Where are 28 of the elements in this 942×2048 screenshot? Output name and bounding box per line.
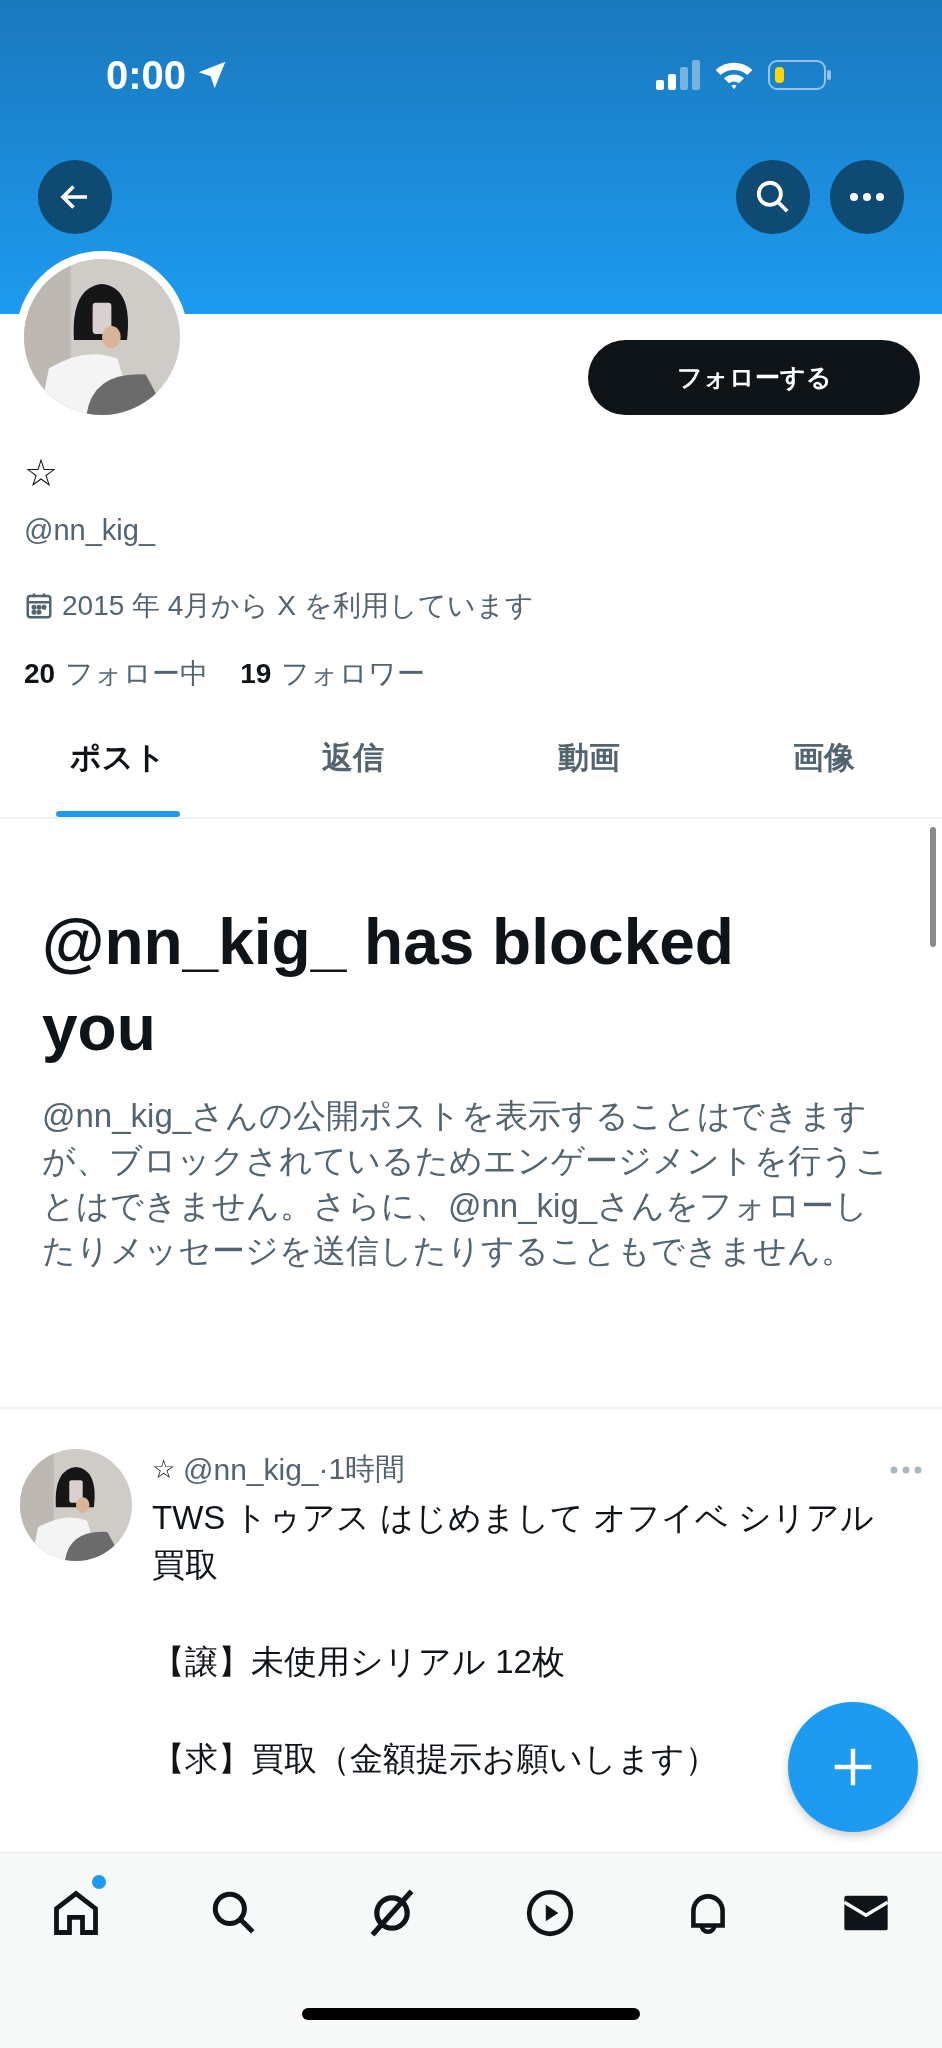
signal-icon [656, 60, 700, 90]
join-date: 2015 年 4月から X を利用しています [62, 589, 534, 623]
post-text: TWS トゥアス はじめまして オフイベ シリアル買取 [152, 1498, 875, 1585]
profile-tab[interactable]: 画像 [706, 721, 942, 817]
profile-handle: @nn_kig_ [24, 514, 157, 547]
followers-count[interactable]: 19 [240, 658, 272, 690]
profile-tab[interactable]: 動画 [471, 721, 707, 817]
post-author-name: ☆ [152, 1454, 175, 1485]
status-time: 0:00 [106, 52, 187, 98]
more-icon [849, 192, 885, 202]
follow-button[interactable]: フォローする [588, 340, 920, 415]
calendar-icon [24, 591, 54, 621]
post-time: ·1時間 [318, 1451, 406, 1485]
profile-tab[interactable]: ポスト [0, 721, 236, 817]
following-label[interactable]: フォロー中 [65, 655, 209, 693]
battery-icon [768, 59, 832, 91]
post-text: 【求】買取（金額提示お願いします） [152, 1739, 718, 1779]
following-count[interactable]: 20 [24, 658, 56, 690]
followers-label[interactable]: フォロワー [281, 655, 426, 693]
blocked-message: @nn_kig_さんの公開ポストを表示することはできますが、ブロックされているためエンゲージメントを行うことはできません。さらに、@nn_kig_さんをフォローしたりメッセージを送信したりすることもできません。 [42, 1096, 890, 1271]
post-text: 【譲】未使用シリアル 12枚 [152, 1642, 565, 1682]
play-icon [525, 1888, 575, 1938]
wifi-icon [714, 60, 754, 90]
blocked-title: @nn_kig_ has blocked you [42, 905, 735, 1066]
post-handle: @nn_kig_ [183, 1452, 319, 1487]
profile-tab[interactable]: 返信 [235, 721, 471, 817]
display-name: ☆ [24, 454, 59, 492]
compose-button[interactable] [788, 1702, 918, 1832]
